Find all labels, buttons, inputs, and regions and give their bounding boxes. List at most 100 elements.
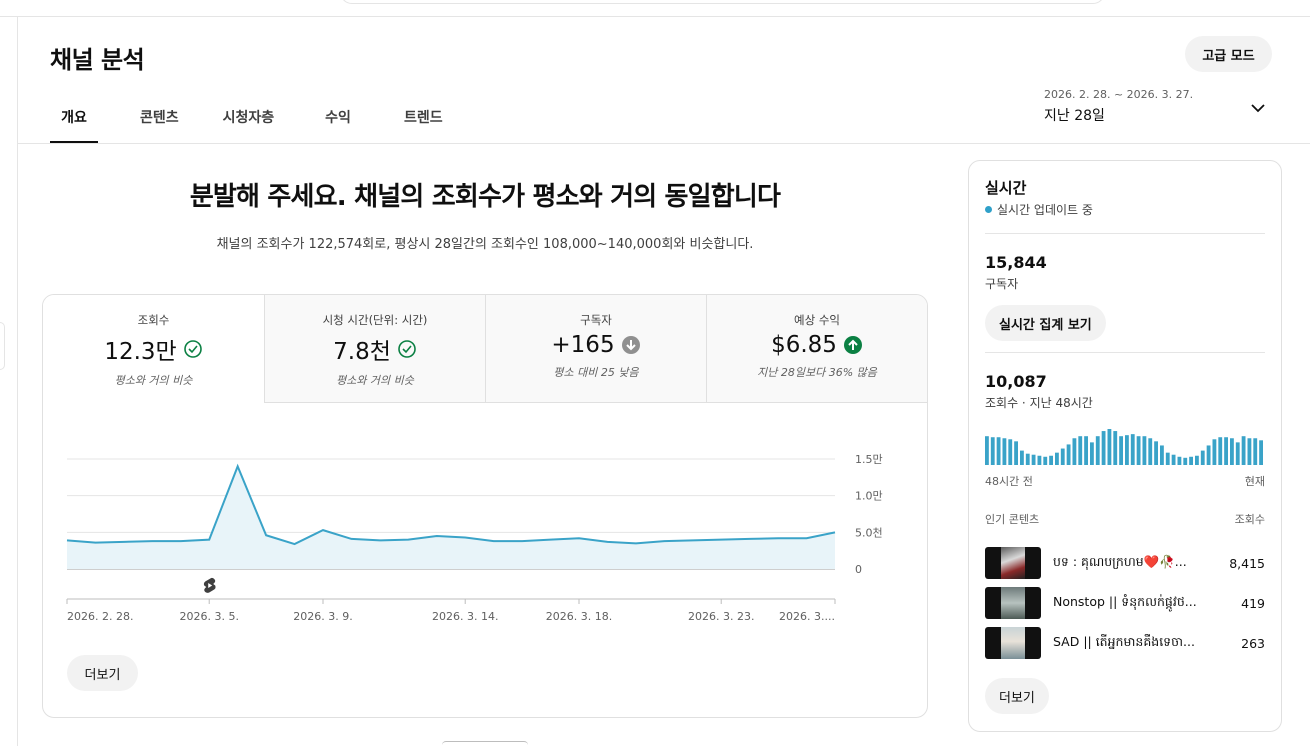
realtime-bar	[1072, 438, 1077, 465]
x-tick-label: 2026. 3. 18.	[546, 610, 612, 623]
metric-watch-time[interactable]: 시청 시간(단위: 시간) 7.8천 평소와 거의 비슷	[264, 295, 485, 403]
popular-item-title: Nonstop || ទំនុកលក់ផ្កូវថ...	[1053, 593, 1197, 609]
x-tick-label: 2026. 3. 9.	[293, 610, 352, 623]
arrow-down-circle-icon	[621, 336, 640, 354]
tab-audience[interactable]: 시청자층	[223, 100, 275, 144]
metric-label: 구독자	[580, 313, 612, 327]
check-circle-icon	[398, 340, 416, 358]
metric-tabs: 조회수 12.3만 평소와 거의 비슷 시청 시간(단위: 시간) 7.8천 평…	[43, 295, 927, 403]
chevron-down-icon[interactable]	[1250, 100, 1266, 116]
realtime-axis-start: 48시간 전	[985, 475, 1033, 488]
metric-subscribers[interactable]: 구독자 +165 평소 대비 25 낮음	[485, 295, 706, 403]
x-tick-label: 2026. 3. 5.	[179, 610, 238, 623]
metric-note: 평소와 거의 비슷	[114, 374, 193, 387]
popular-item-title: SAD || តើអ្នកមានគឺងទេចា...	[1053, 633, 1195, 649]
tab-revenue[interactable]: 수익	[325, 100, 351, 144]
check-circle-icon	[183, 340, 202, 358]
realtime-bar	[1078, 436, 1083, 465]
realtime-bar	[1136, 436, 1141, 465]
popular-item-views: 419	[1241, 595, 1265, 611]
x-tick-label: 2026. 3. 14.	[432, 610, 498, 623]
summary-headline: 분발해 주세요. 채널의 조회수가 평소와 거의 동일합니다	[189, 182, 781, 212]
metric-value: 7.8천	[333, 339, 391, 365]
realtime-bar	[1008, 439, 1013, 465]
realtime-bar	[1218, 437, 1223, 465]
header-divider	[0, 16, 1310, 17]
live-status: 실시간 업데이트 중	[985, 201, 1093, 218]
x-tick-label: 2026. 3. 23.	[688, 610, 754, 623]
area-fill	[67, 466, 835, 569]
x-tick-label: 2026. 3....	[779, 610, 835, 623]
popular-item[interactable]: បទ : គុណបក្រហម❤️🥀... 8,415	[985, 546, 1265, 580]
metric-label: 예상 수익	[794, 313, 840, 327]
y-tick-label: 1.0만	[855, 490, 883, 503]
bottom-scroll-indicator	[442, 741, 528, 746]
realtime-bar	[1241, 436, 1246, 465]
more-button[interactable]: 더보기	[67, 655, 138, 691]
popular-item[interactable]: SAD || តើអ្នកមានគឺងទេចា... 263	[985, 626, 1265, 660]
realtime-bar	[1130, 434, 1135, 465]
realtime-bar	[1189, 456, 1193, 465]
realtime-bar	[1171, 454, 1176, 465]
realtime-bar	[1107, 429, 1112, 465]
realtime-bar	[1119, 436, 1123, 465]
metric-revenue[interactable]: 예상 수익 $6.85 지난 28일보다 36% 많음	[706, 295, 927, 403]
date-range-picker[interactable]: 2026. 2. 28. ~ 2026. 3. 27. 지난 28일	[1044, 88, 1193, 125]
video-thumbnail	[985, 587, 1041, 619]
popular-item[interactable]: Nonstop || ទំនុកលក់ផ្កូវថ... 419	[985, 586, 1265, 620]
realtime-bar	[1113, 431, 1118, 465]
metric-value: $6.85	[771, 332, 837, 358]
realtime-bar	[1025, 453, 1030, 465]
realtime-bar	[1206, 445, 1211, 465]
realtime-bar	[1014, 441, 1018, 465]
metric-label: 시청 시간(단위: 시간)	[322, 313, 428, 327]
metric-note: 평소 대비 25 낮음	[553, 366, 639, 379]
realtime-bar	[1253, 438, 1258, 465]
realtime-report-button[interactable]: 실시간 집계 보기	[985, 305, 1106, 341]
page-title: 채널 분석	[50, 46, 145, 74]
views-chart[interactable]: 1.5만 1.0만 5.0천 0 2026. 2. 28. 2026. 3. 5. 2026…	[43, 435, 927, 635]
realtime-bar	[1235, 442, 1240, 465]
shorts-icon	[203, 577, 216, 593]
realtime-bar-chart[interactable]	[985, 429, 1265, 465]
popular-item-title: បទ : គុណបក្រហម❤️🥀...	[1053, 553, 1187, 569]
video-thumbnail	[985, 627, 1041, 659]
y-tick-label: 0	[855, 563, 862, 576]
popular-item-views: 263	[1241, 635, 1265, 651]
realtime-bar	[1125, 435, 1129, 465]
metric-note: 지난 28일보다 36% 많음	[757, 366, 877, 379]
y-tick-label: 5.0천	[855, 525, 883, 539]
realtime-bar	[996, 437, 1001, 465]
realtime-title: 실시간	[985, 179, 1027, 197]
y-tick-label: 1.5만	[855, 453, 883, 466]
realtime-bar	[1043, 456, 1048, 465]
advanced-mode-button[interactable]: 고급 모드	[1185, 36, 1272, 72]
realtime-bar	[1055, 452, 1059, 465]
divider	[985, 233, 1265, 234]
realtime-bar	[1154, 441, 1158, 465]
realtime-bar	[1002, 438, 1007, 465]
metric-views[interactable]: 조회수 12.3만 평소와 거의 비슷	[43, 295, 264, 403]
tab-overview[interactable]: 개요	[50, 100, 98, 144]
analytics-tabs: 개요 콘텐츠 시청자층 수익 트렌드	[50, 100, 443, 144]
realtime-bar	[1177, 456, 1182, 465]
realtime-more-button[interactable]: 더보기	[985, 678, 1049, 714]
subscriber-count: 15,844	[985, 253, 1047, 272]
realtime-bar	[985, 436, 989, 465]
metric-value: +165	[551, 332, 615, 358]
live-status-label: 실시간 업데이트 중	[997, 203, 1093, 217]
realtime-axis-end: 현재	[1244, 475, 1265, 488]
realtime-bar	[1060, 448, 1065, 465]
sidebar-collapse-handle[interactable]	[0, 322, 5, 370]
metric-label: 조회수	[137, 313, 170, 327]
live-dot-icon	[985, 206, 992, 213]
tab-trends[interactable]: 트렌드	[404, 100, 443, 144]
popular-content-header: 인기 콘텐츠	[985, 513, 1040, 526]
date-range-label: 지난 28일	[1044, 108, 1105, 124]
search-bar-edge[interactable]	[340, 0, 1105, 4]
divider	[985, 352, 1265, 353]
sidebar-edge	[17, 16, 18, 746]
realtime-bar	[1084, 436, 1088, 465]
realtime-bar	[1195, 455, 1199, 465]
tab-content[interactable]: 콘텐츠	[140, 100, 179, 144]
